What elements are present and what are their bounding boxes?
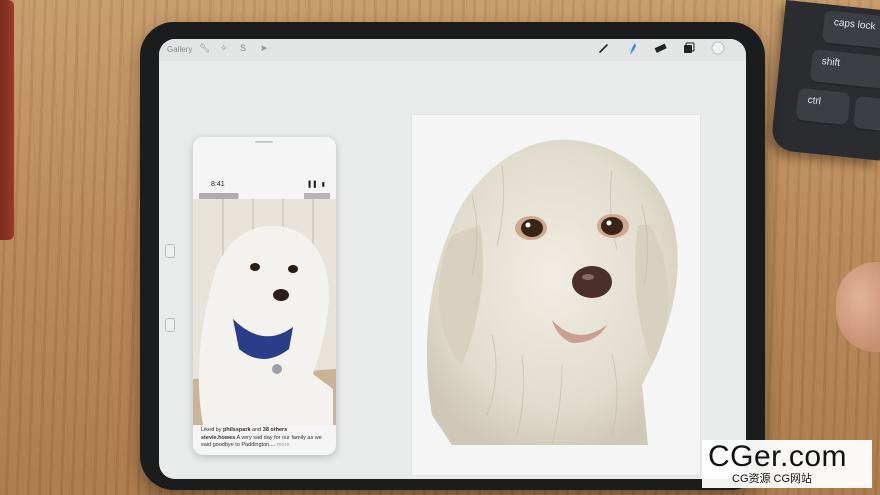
- slide-over-reference-app[interactable]: 8:41 ▌▌ ▮ Liked by philsspark and 38 oth…: [193, 137, 336, 455]
- likes-line: Liked by philsspark and 38 others: [201, 427, 288, 433]
- key-shift[interactable]: shift: [809, 49, 880, 92]
- top-toolbar: Gallery 🔧︎ ✧ S ➤: [159, 39, 746, 61]
- watermark: CGer.com CG资源 CG网站: [702, 440, 872, 488]
- key-ctrl[interactable]: ctrl: [795, 87, 851, 128]
- brush-icon[interactable]: [598, 42, 610, 57]
- selection-icon[interactable]: S: [240, 43, 246, 53]
- key-unlabeled[interactable]: [852, 95, 880, 134]
- dog-painting: [426, 139, 678, 446]
- procreate-screen: Gallery 🔧︎ ✧ S ➤ 8:41 ▌▌ ▮ Liked by phil…: [159, 39, 746, 479]
- sidebar: [165, 204, 175, 332]
- caption-text: stevie.howes A very sad day for our fami…: [201, 435, 322, 448]
- layers-icon[interactable]: [683, 42, 695, 57]
- more-link[interactable]: more: [277, 442, 290, 448]
- watermark-main: CGer.com: [708, 440, 848, 473]
- red-object: [0, 0, 14, 240]
- dog-reference-photo: [193, 199, 336, 425]
- status-time: 8:41: [211, 181, 225, 188]
- undo-button[interactable]: [165, 318, 175, 332]
- smudge-icon[interactable]: [626, 42, 638, 59]
- eraser-icon[interactable]: [654, 42, 667, 57]
- ipad-device: Gallery 🔧︎ ✧ S ➤ 8:41 ▌▌ ▮ Liked by phil…: [140, 22, 765, 490]
- key-caps-lock[interactable]: caps lock: [821, 10, 880, 52]
- transform-arrow-icon[interactable]: ➤: [260, 43, 268, 54]
- status-icons: ▌▌ ▮: [308, 182, 326, 188]
- wrench-icon[interactable]: 🔧︎: [199, 43, 210, 54]
- keyboard: caps lock shift ctrl: [770, 0, 880, 161]
- drawing-canvas[interactable]: [412, 115, 700, 475]
- watermark-sub: CG资源 CG网站: [732, 473, 813, 485]
- slide-over-grabber[interactable]: [255, 141, 273, 143]
- post-caption: Liked by philsspark and 38 others stevie…: [201, 427, 331, 449]
- gallery-button[interactable]: Gallery: [167, 45, 192, 54]
- brush-size-slider-handle[interactable]: [165, 244, 175, 258]
- color-swatch-icon[interactable]: [711, 41, 725, 58]
- magic-wand-icon[interactable]: ✧: [220, 43, 228, 54]
